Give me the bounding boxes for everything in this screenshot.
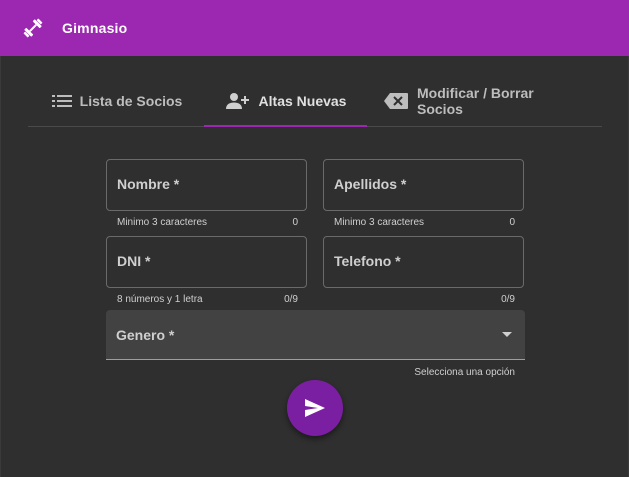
person-add-icon <box>225 92 251 110</box>
apellidos-label: Apellidos * <box>334 176 407 192</box>
dni-label: DNI * <box>117 253 151 269</box>
telefono-field[interactable]: Telefono * <box>323 236 524 288</box>
nombre-field[interactable]: Nombre * <box>106 159 307 211</box>
tab-modificar-borrar-socios[interactable]: Modificar / Borrar Socios <box>383 76 583 126</box>
fitness-center-icon <box>20 15 46 41</box>
arrow-drop-down-icon <box>502 332 512 337</box>
tab-lista-de-socios[interactable]: Lista de Socios <box>42 76 192 126</box>
submit-button[interactable] <box>287 380 343 436</box>
backspace-icon <box>383 92 409 110</box>
nombre-hint: Minimo 3 caracteres <box>117 217 208 228</box>
genero-select[interactable]: Genero * <box>106 310 525 360</box>
telefono-label: Telefono * <box>334 253 401 269</box>
list-icon <box>51 94 72 108</box>
dni-counter: 0/9 <box>284 294 298 305</box>
apellidos-hint: Minimo 3 caracteres <box>334 217 425 228</box>
app-title: Gimnasio <box>62 20 128 36</box>
tab-bar: Lista de Socios Altas Nuevas Modificar /… <box>28 76 602 127</box>
genero-hint: Selecciona una opción <box>414 367 515 378</box>
dni-hint: 8 números y 1 letra <box>117 294 203 305</box>
tab-label: Lista de Socios <box>79 93 183 109</box>
apellidos-counter: 0 <box>509 217 515 228</box>
genero-label: Genero * <box>116 327 175 343</box>
tab-label: Altas Nuevas <box>258 93 347 109</box>
nombre-label: Nombre * <box>117 176 180 192</box>
send-icon <box>304 398 326 418</box>
telefono-counter: 0/9 <box>501 294 515 305</box>
apellidos-field[interactable]: Apellidos * <box>323 159 524 211</box>
tab-altas-nuevas[interactable]: Altas Nuevas <box>204 76 367 127</box>
nombre-counter: 0 <box>292 217 298 228</box>
dni-field[interactable]: DNI * <box>106 236 307 288</box>
tab-label: Modificar / Borrar Socios <box>417 85 534 117</box>
app-bar: Gimnasio <box>0 0 629 56</box>
